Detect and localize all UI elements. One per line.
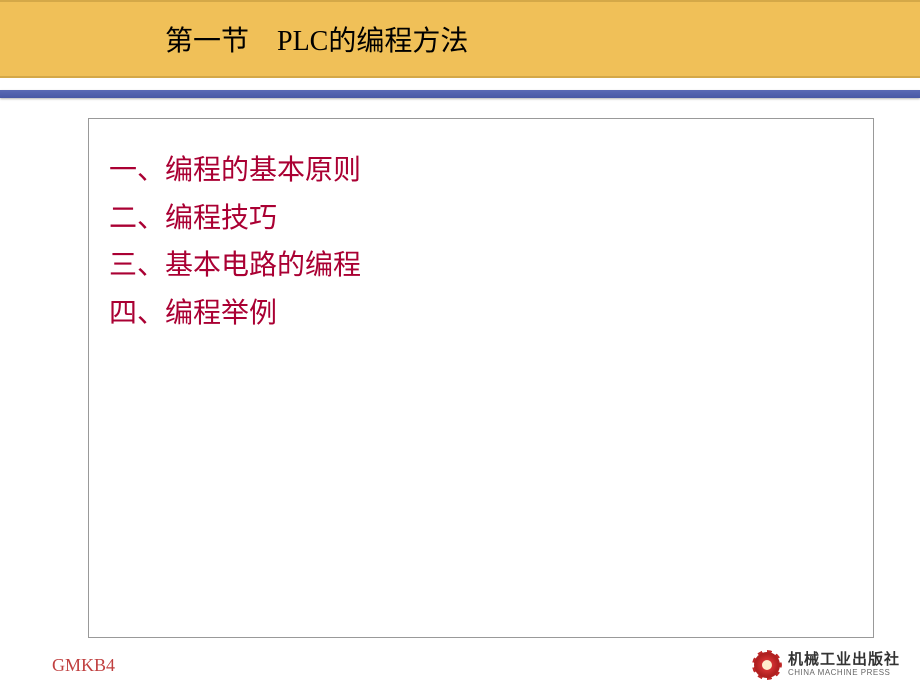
content-box: 一、编程的基本原则 二、编程技巧 三、基本电路的编程 四、编程举例 bbox=[88, 118, 874, 638]
publisher-block: 机械工业出版社 CHINA MACHINE PRESS bbox=[754, 652, 900, 678]
header-bar: 第一节 PLC的编程方法 bbox=[0, 0, 920, 78]
footer: GMKB4 机械工业出版社 CHINA MACHINE PRESS bbox=[0, 649, 920, 689]
footer-code: GMKB4 bbox=[52, 655, 115, 676]
publisher-name-en: CHINA MACHINE PRESS bbox=[788, 669, 900, 678]
separator bbox=[0, 78, 920, 90]
toc-item-2: 二、编程技巧 bbox=[109, 195, 853, 243]
publisher-text: 机械工业出版社 CHINA MACHINE PRESS bbox=[788, 652, 900, 677]
toc-item-1: 一、编程的基本原则 bbox=[109, 147, 853, 195]
publisher-name-cn: 机械工业出版社 bbox=[788, 652, 900, 669]
publisher-logo-icon bbox=[754, 652, 780, 678]
blue-accent-bar bbox=[0, 90, 920, 98]
slide-title: 第一节 PLC的编程方法 bbox=[165, 19, 468, 59]
toc-item-4: 四、编程举例 bbox=[109, 290, 853, 338]
toc-item-3: 三、基本电路的编程 bbox=[109, 242, 853, 290]
